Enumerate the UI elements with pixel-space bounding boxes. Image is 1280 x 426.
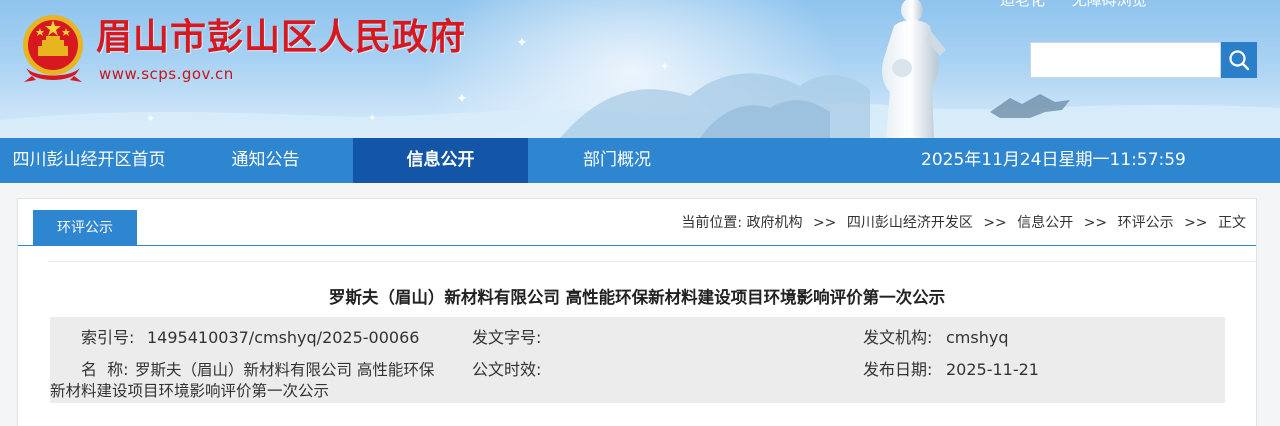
sparkle-icon: ✦ <box>516 35 528 51</box>
nav-item-home[interactable]: 四川彭山经开区首页 <box>0 138 178 183</box>
breadcrumb-separator: >> <box>812 215 837 231</box>
main-nav: 四川彭山经开区首页 通知公告 信息公开 部门概况 2025年11月24日星期一1… <box>0 138 1280 183</box>
top-links: 适老化 无障碍浏览 <box>1000 0 1169 9</box>
sparkle-icon: ✦ <box>456 91 468 107</box>
meta-issuer-label: 发文机构: <box>863 328 933 347</box>
meta-date-label: 发布日期: <box>863 360 933 379</box>
elderly-mode-link[interactable]: 适老化 <box>1000 0 1045 9</box>
meta-issuer-value: cmshyq <box>946 328 1009 347</box>
tab-underline <box>18 245 1256 246</box>
breadcrumb-separator: >> <box>1083 215 1108 231</box>
document-meta-table: 索引号: 1495410037/cmshyq/2025-00066 发文字号: … <box>50 317 1225 403</box>
nav-item-info-disclosure[interactable]: 信息公开 <box>353 138 528 183</box>
divider <box>48 261 1256 262</box>
meta-index-value: 1495410037/cmshyq/2025-00066 <box>147 328 420 347</box>
search-button[interactable] <box>1221 42 1257 78</box>
national-emblem-icon <box>23 15 83 82</box>
sparkle-icon: ✦ <box>368 113 377 124</box>
site-title: 眉山市彭山区人民政府 <box>96 16 467 58</box>
tab-eia-notice[interactable]: 环评公示 <box>33 210 137 246</box>
breadcrumb-item[interactable]: 政府机构 <box>747 215 803 231</box>
site-url[interactable]: www.scps.gov.cn <box>99 64 234 84</box>
breadcrumb: 当前位置: 政府机构 >> 四川彭山经济开发区 >> 信息公开 >> 环评公示 … <box>681 214 1246 232</box>
meta-index-label: 索引号: <box>81 328 135 347</box>
header-banner: ✦ ✦ ✦ ✦ ✦ 眉山市彭山区人民政府 www.scps.gov.cn 适老化… <box>0 0 1280 138</box>
breadcrumb-item[interactable]: 环评公示 <box>1118 215 1174 231</box>
sparkle-icon: ✦ <box>146 112 156 125</box>
nav-item-notices[interactable]: 通知公告 <box>178 138 353 183</box>
breadcrumb-separator: >> <box>1184 215 1208 231</box>
breadcrumb-separator: >> <box>983 215 1007 231</box>
search-icon <box>1229 50 1250 71</box>
sparkle-icon: ✦ <box>660 60 670 73</box>
meta-validity-label: 公文时效: <box>472 360 542 379</box>
meta-date-value: 2025-11-21 <box>946 360 1039 379</box>
nav-item-department[interactable]: 部门概况 <box>528 138 706 183</box>
meta-docno-label: 发文字号: <box>472 328 542 347</box>
document-title: 罗斯夫（眉山）新材料有限公司 高性能环保新材料建设项目环境影响评价第一次公示 <box>328 288 946 307</box>
search-input[interactable] <box>1030 42 1221 78</box>
breadcrumb-item-current: 正文 <box>1218 215 1246 231</box>
statue-illustration <box>882 0 946 138</box>
breadcrumb-item[interactable]: 信息公开 <box>1017 215 1073 231</box>
accessibility-link[interactable]: 无障碍浏览 <box>1072 0 1147 9</box>
breadcrumb-prefix: 当前位置: <box>681 215 743 231</box>
content-panel: 环评公示 当前位置: 政府机构 >> 四川彭山经济开发区 >> 信息公开 >> … <box>17 198 1257 426</box>
breadcrumb-item[interactable]: 四川彭山经济开发区 <box>847 215 973 231</box>
current-datetime: 2025年11月24日星期一11:57:59 <box>921 150 1186 170</box>
meta-name-value: 罗斯夫（眉山）新材料有限公司 高性能环保新材料建设项目环境影响评价第一次公示 <box>50 361 435 400</box>
